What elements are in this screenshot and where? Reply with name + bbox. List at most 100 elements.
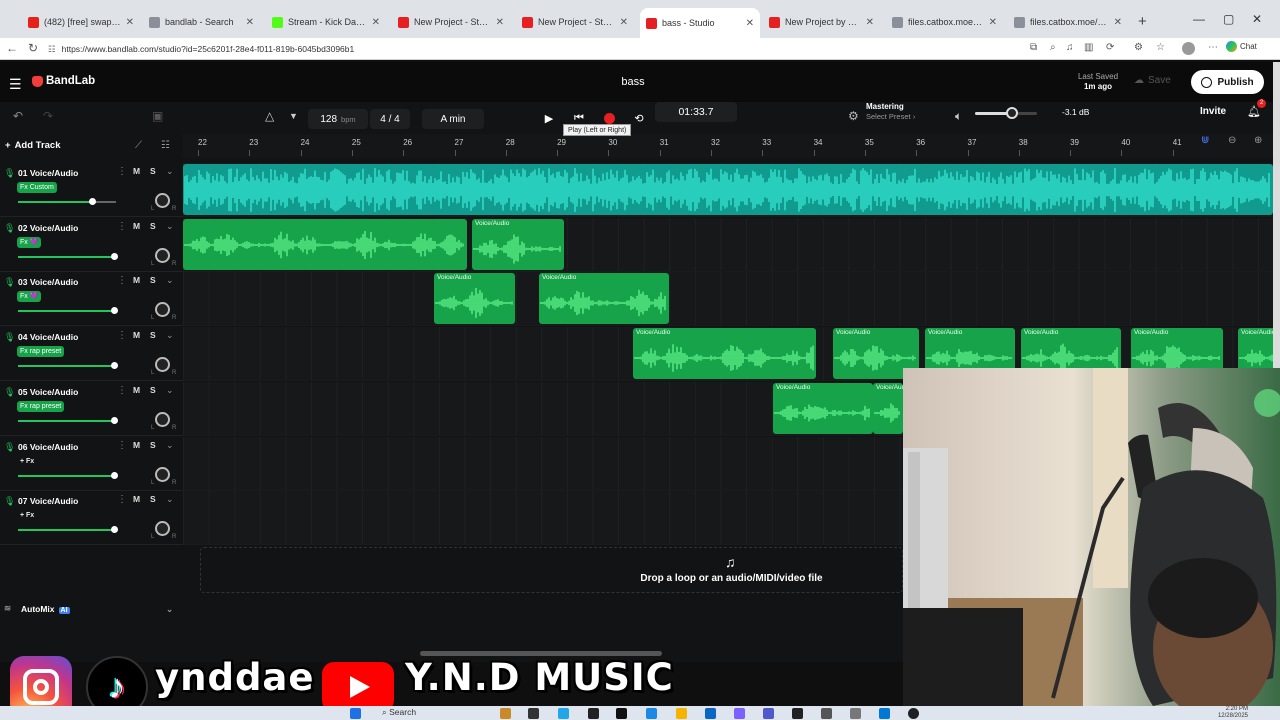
track-options-icon[interactable]: ⋮ [117,275,127,286]
zoom-in-icon[interactable]: ⊕ [1254,135,1262,146]
start-icon[interactable] [350,708,361,719]
pan-knob[interactable] [155,193,170,208]
tab-close-icon[interactable]: ✕ [372,17,380,28]
audio-clip[interactable]: Voice/Audio [539,273,669,325]
browser-tab[interactable]: (482) [free] swapa + suic ✕ [22,11,140,33]
bandlab-logo[interactable]: BandLab [32,75,95,87]
url-field[interactable]: ☷ https://www.bandlab.com/studio?id=25c6… [48,41,1018,58]
tab-close-icon[interactable]: ✕ [746,18,754,29]
tab-close-icon[interactable]: ✕ [1114,17,1122,28]
mute-button[interactable]: M [133,440,140,450]
audio-clip[interactable]: Voice/Audio [873,382,903,434]
tab-close-icon[interactable]: ✕ [496,17,504,28]
invite-button[interactable]: Invite [1200,106,1226,117]
new-tab-button[interactable]: + [1138,13,1147,30]
taskbar-search[interactable]: ⌕ Search [382,707,416,718]
drop-zone[interactable] [200,547,903,593]
track-volume-knob[interactable] [111,526,119,534]
mute-button[interactable]: M [133,385,140,395]
favorites-icon[interactable]: ☆ [1156,42,1165,53]
track-header[interactable]: 🎙︎ 05 Voice/Audio ⋮ M S ⌄ Fx rap preset L R [0,381,183,436]
key-field[interactable]: A min [422,109,484,129]
solo-button[interactable]: S [150,275,156,285]
save-button[interactable]: ☁ Save [1134,75,1171,86]
track-options-icon[interactable]: ⋮ [117,440,127,451]
track-volume-slider[interactable] [18,198,116,205]
track-expand-chevron-icon[interactable]: ⌄ [166,494,174,505]
tune-icon[interactable]: ⟋ [135,140,142,151]
browser-tab[interactable]: Stream - Kick Dashboard ✕ [266,11,386,33]
back-icon[interactable]: ← [6,41,18,55]
track-options-icon[interactable]: ⋮ [117,385,127,396]
tab-close-icon[interactable]: ✕ [620,17,628,28]
copilot-taskbar-icon[interactable] [734,708,745,719]
track-header[interactable]: 🎙︎ 02 Voice/Audio ⋮ M S ⌄ Fx 💜 L R [0,217,183,272]
tab-close-icon[interactable]: ✕ [866,17,874,28]
browser-tab[interactable]: files.catbox.moe/fichyd ✕ [1008,11,1128,33]
install-app-icon[interactable]: ⧉ [1030,42,1037,53]
fx-button[interactable]: Fx rap preset [17,400,65,412]
mute-button[interactable]: M [133,494,140,504]
solo-button[interactable]: S [150,166,156,176]
zoom-out-icon[interactable]: ⊖ [1228,135,1236,146]
track-header[interactable]: 🎙︎ 06 Voice/Audio ⋮ M S ⌄ + Fx L R [0,436,183,491]
edge-icon[interactable] [558,708,569,719]
fx-button[interactable]: Fx 💜 [17,291,42,303]
track-lane[interactable]: Voice/Audio [183,217,1273,272]
audio-clip[interactable]: Voice/Audio [434,273,515,325]
track-name[interactable]: 01 Voice/Audio [18,168,78,178]
more-menu-icon[interactable]: ⋯ [1208,42,1218,53]
copilot-chat-button[interactable]: Chat [1226,41,1257,52]
track-lane[interactable] [183,163,1273,217]
track-name[interactable]: 03 Voice/Audio [18,277,78,287]
fx-button[interactable]: + Fx [17,510,37,521]
track-options-icon[interactable]: ⋮ [117,330,127,341]
pan-knob[interactable] [155,521,170,537]
profile-avatar[interactable] [1182,42,1195,55]
terminal-icon[interactable] [588,708,599,719]
pan-knob[interactable] [155,302,170,318]
track-expand-chevron-icon[interactable]: ⌄ [166,166,174,177]
chrome-icon[interactable] [908,708,919,719]
widgets-icon[interactable] [500,708,511,719]
snap-icon[interactable]: ⋓ [1201,135,1209,146]
file-explorer-icon[interactable] [676,708,687,719]
solo-button[interactable]: S [150,385,156,395]
fx-button[interactable]: + Fx [17,456,37,467]
metronome-menu-chevron-icon[interactable]: ▼ [289,111,298,121]
mute-button[interactable]: M [133,330,140,340]
add-track-button[interactable]: + Add Track [5,140,61,151]
sync-icon[interactable]: ⟳ [1106,42,1114,53]
solo-button[interactable]: S [150,221,156,231]
audio-clip[interactable] [183,164,1273,215]
browser-tab[interactable]: bass - Studio ✕ [640,8,760,38]
close-window-icon[interactable]: ✕ [1252,12,1262,26]
track-options-icon[interactable]: ⋮ [117,494,127,505]
calculator-icon[interactable] [821,708,832,719]
track-expand-chevron-icon[interactable]: ⌄ [166,275,174,286]
tab-close-icon[interactable]: ✕ [989,17,997,28]
track-settings-icon[interactable]: ☷ [161,140,170,151]
audio-clip[interactable]: Voice/Audio [773,382,873,434]
settings-icon[interactable] [850,708,861,719]
track-volume-slider[interactable] [18,362,119,370]
fx-button[interactable]: Fx 💜 [17,236,42,248]
track-expand-chevron-icon[interactable]: ⌄ [166,440,174,451]
publish-button[interactable]: Publish [1191,70,1264,94]
pan-knob[interactable] [155,466,170,482]
track-volume-slider[interactable] [18,252,119,260]
mute-button[interactable]: M [133,221,140,231]
track-header[interactable]: 🎙︎ 04 Voice/Audio ⋮ M S ⌄ Fx rap preset L R [0,327,183,382]
track-name[interactable]: 06 Voice/Audio [18,442,78,452]
fx-button[interactable]: Fx Custom [17,182,57,193]
maximize-icon[interactable]: ▢ [1223,12,1234,26]
solo-button[interactable]: S [150,494,156,504]
speaker-icon[interactable]: 🔈︎ [955,109,962,124]
reload-icon[interactable]: ↻ [28,41,38,55]
fx-button[interactable]: Fx rap preset [17,346,65,358]
track-name[interactable]: 07 Voice/Audio [18,496,78,506]
mastering-selector[interactable]: Mastering Select Preset › [866,102,915,122]
browser-tab[interactable]: files.catbox.moe/y2fixd. ✕ [886,11,1003,33]
site-info-icon[interactable]: ☷ [48,41,56,58]
teams-icon[interactable] [763,708,774,719]
